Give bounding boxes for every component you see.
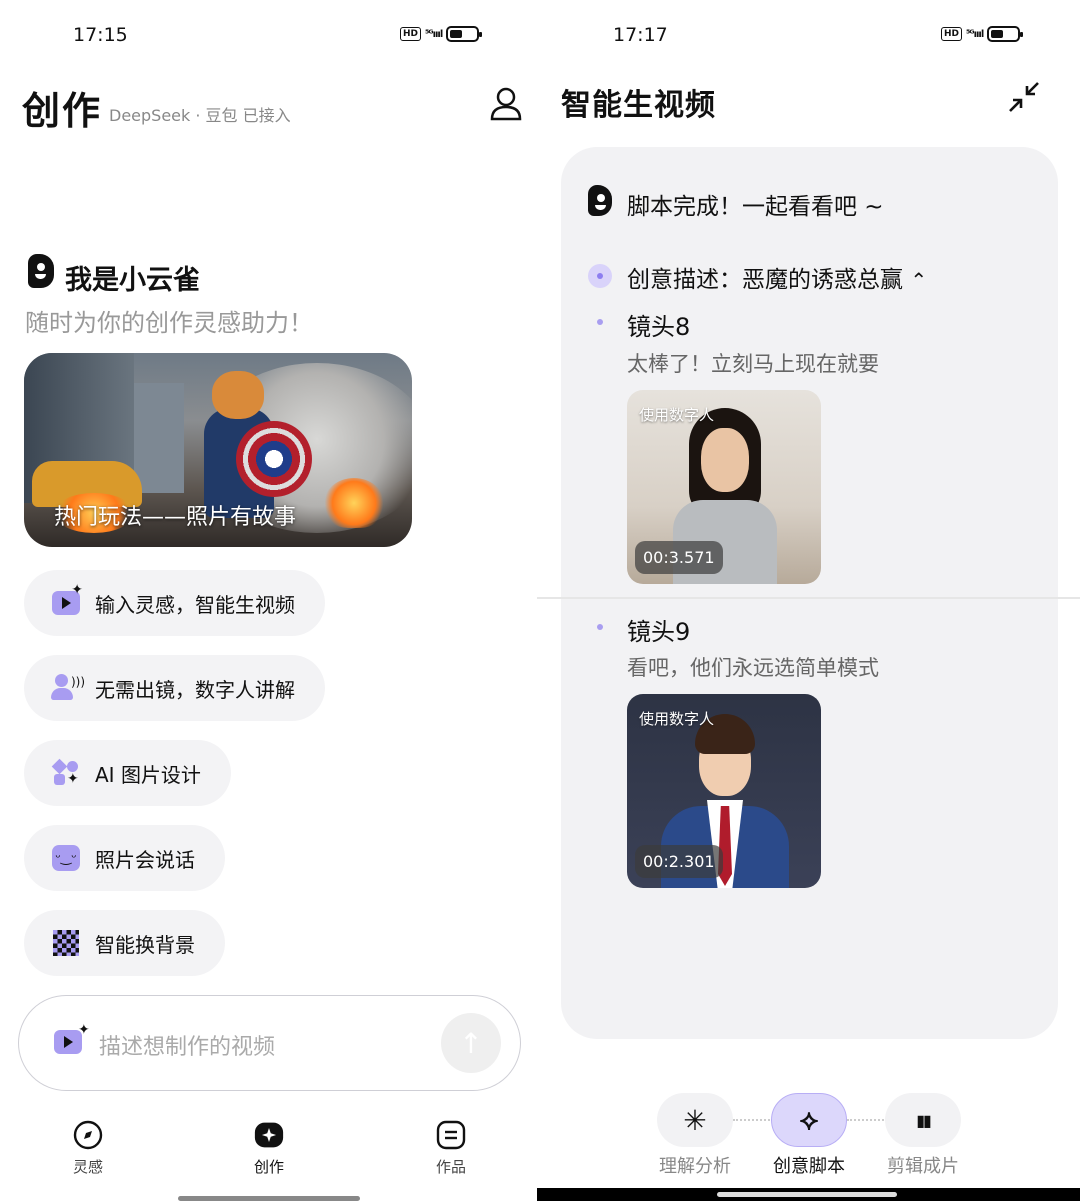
action-talking-photo[interactable]: ᵕ‿ᵕ 照片会说话 — [24, 825, 225, 891]
right-screen: 17:17 HD ⁵ᴳıııl 智能生视频 脚本完成！一起看看吧 ~ 创意描述：… — [537, 0, 1080, 1201]
bird-logo-icon — [28, 254, 54, 288]
document-icon — [436, 1120, 466, 1150]
send-button[interactable]: ↑ — [441, 1013, 501, 1073]
duration-badge: 00:3.571 — [635, 541, 723, 574]
hero-shield — [236, 421, 312, 497]
hero-cat-head — [212, 371, 264, 419]
status-time: 17:17 — [613, 24, 668, 46]
signal-icon: ⁵ᴳıııl — [425, 28, 443, 40]
status-icons: HD ⁵ᴳıııl — [941, 26, 1024, 42]
action-label: 照片会说话 — [95, 847, 195, 872]
portrait-face — [701, 428, 749, 492]
shot-line: 太棒了！立刻马上现在就要 — [627, 352, 879, 376]
page-subtitle: DeepSeek · 豆包 已接入 — [109, 106, 291, 125]
bars-icon: ▮▮ — [916, 1110, 932, 1130]
branch-icon: ⟡ — [799, 1103, 819, 1136]
battery-icon — [446, 26, 483, 42]
bird-logo-icon — [588, 185, 612, 216]
tab-create[interactable]: 创作 — [229, 1120, 309, 1177]
digital-human-tag: 使用数字人 — [639, 710, 715, 728]
step-script[interactable]: ⟡ — [771, 1093, 847, 1147]
home-indicator[interactable] — [537, 1188, 1080, 1201]
prompt-placeholder: 描述想制作的视频 — [99, 1035, 276, 1060]
assistant-slogan: 随时为你的创作灵感助力！ — [25, 309, 313, 337]
action-label: AI 图片设计 — [95, 762, 201, 787]
script-done-text: 脚本完成！一起看看吧 ~ — [627, 194, 884, 220]
prompt-input[interactable]: ✦ 描述想制作的视频 ↑ — [18, 995, 521, 1091]
status-time: 17:15 — [73, 24, 128, 46]
step-understand[interactable]: ✳ — [657, 1093, 733, 1147]
tab-label: 灵感 — [72, 1158, 103, 1176]
signal-icon: ⁵ᴳıııl — [966, 28, 984, 40]
user-icon[interactable] — [489, 86, 523, 122]
timeline-dot — [597, 624, 603, 630]
video-spark-icon: ✦ — [54, 1022, 90, 1054]
step-edit[interactable]: ▮▮ — [885, 1093, 961, 1147]
page-title: 智能生视频 — [561, 88, 716, 123]
action-ai-image[interactable]: ✦ AI 图片设计 — [24, 740, 231, 806]
chevron-up-icon: ⌃ — [910, 268, 928, 292]
action-smart-video[interactable]: ✦ 输入灵感，智能生视频 — [24, 570, 325, 636]
step-label: 理解分析 — [659, 1156, 731, 1177]
action-change-background[interactable]: 智能换背景 — [24, 910, 225, 976]
shot-thumbnail[interactable]: 使用数字人 00:3.571 — [627, 390, 821, 584]
assistant-name: 我是小云雀 — [65, 265, 200, 296]
hero-caption: 热门玩法——照片有故事 — [54, 505, 297, 530]
action-digital-human[interactable]: ))) 无需出镜，数字人讲解 — [24, 655, 325, 721]
checkerboard-icon — [51, 928, 81, 958]
tab-label: 创作 — [253, 1158, 284, 1176]
asterisk-icon: ✳ — [683, 1103, 707, 1137]
step-connector — [847, 1119, 887, 1121]
action-label: 智能换背景 — [95, 932, 195, 957]
collapse-arrows-icon[interactable] — [1007, 80, 1041, 114]
step-connector — [733, 1119, 773, 1121]
tab-works[interactable]: 作品 — [411, 1120, 491, 1177]
home-indicator[interactable] — [178, 1196, 360, 1201]
shot-title: 镜头8 — [627, 313, 691, 341]
hero-building — [134, 383, 184, 493]
divider — [537, 597, 1080, 599]
step-label: 创意脚本 — [773, 1156, 845, 1177]
hero-banner[interactable]: 热门玩法——照片有故事 — [24, 353, 412, 547]
progress-dot — [588, 264, 612, 288]
hd-icon: HD — [941, 27, 963, 41]
step-label: 剪辑成片 — [887, 1156, 959, 1177]
hero-fire — [324, 478, 384, 528]
action-label: 输入灵感，智能生视频 — [95, 592, 295, 617]
sparkle-icon — [254, 1120, 284, 1150]
shapes-spark-icon: ✦ — [51, 758, 81, 788]
action-label: 无需出镜，数字人讲解 — [95, 677, 295, 702]
digital-human-tag: 使用数字人 — [639, 406, 715, 424]
talking-face-icon: ᵕ‿ᵕ — [51, 843, 81, 873]
tab-inspiration[interactable]: 灵感 — [48, 1120, 128, 1177]
shot-thumbnail[interactable]: 使用数字人 00:2.301 — [627, 694, 821, 888]
shot-line: 看吧，他们永远选简单模式 — [627, 656, 879, 680]
arrow-up-icon: ↑ — [459, 1026, 483, 1060]
creative-description[interactable]: 创意描述：恶魔的诱惑总赢 ⌃ — [627, 260, 927, 294]
left-screen: 17:15 HD ⁵ᴳıııl 创作 DeepSeek · 豆包 已接入 我是小… — [0, 0, 537, 1201]
digital-human-icon: ))) — [51, 673, 85, 703]
timeline-dot — [597, 319, 603, 325]
tab-label: 作品 — [435, 1158, 466, 1176]
battery-icon — [987, 26, 1024, 42]
duration-badge: 00:2.301 — [635, 845, 723, 878]
page-title: 创作 — [22, 89, 103, 133]
hd-icon: HD — [400, 27, 422, 41]
creative-description-text: 创意描述：恶魔的诱惑总赢 — [627, 267, 903, 293]
shot-title: 镜头9 — [627, 618, 691, 646]
video-spark-icon: ✦ — [51, 582, 83, 618]
status-icons: HD ⁵ᴳıııl — [400, 26, 483, 42]
compass-icon — [73, 1120, 103, 1150]
